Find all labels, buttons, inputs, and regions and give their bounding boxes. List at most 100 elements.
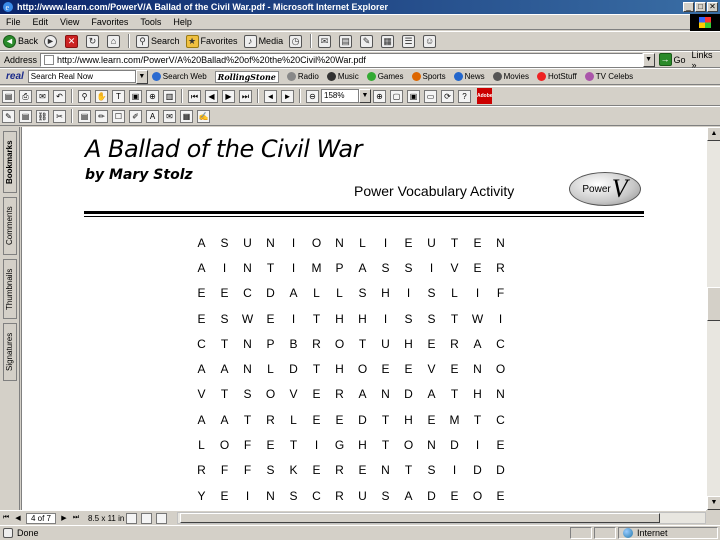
zoom-level-field[interactable]: 158% [321, 89, 359, 103]
facing-icon[interactable] [156, 512, 168, 524]
zoom-in-icon[interactable]: ⊕ [146, 89, 159, 103]
messenger-button[interactable]: ☺ [423, 34, 438, 48]
pdf-document-view[interactable]: A Ballad of the Civil War by Mary Stolz … [21, 127, 706, 510]
edit-button[interactable]: ✎ [360, 34, 375, 48]
tab-bookmarks[interactable]: Bookmarks [3, 131, 17, 193]
first-page-button[interactable]: ⏮ [0, 514, 12, 522]
grid-letter: E [404, 235, 413, 250]
stamp-icon[interactable]: ☐ [112, 109, 125, 123]
last-page-icon[interactable]: ⏭ [239, 89, 252, 103]
zoom-dropdown[interactable]: ▼ [359, 89, 371, 103]
mail-button[interactable]: ✉ [318, 34, 333, 48]
horizontal-scrollbar[interactable] [177, 512, 706, 524]
tab-comments[interactable]: Comments [3, 197, 17, 255]
prev-page-button[interactable]: ◀ [12, 514, 24, 522]
drawing-icon[interactable]: ✐ [129, 109, 142, 123]
print-button[interactable]: ▤ [339, 34, 354, 48]
real-search-dropdown[interactable]: ▼ [135, 69, 148, 84]
discuss-button[interactable]: ▦ [381, 34, 396, 48]
scroll-thumb[interactable] [707, 287, 720, 321]
link-icon[interactable]: ⛓ [36, 109, 49, 123]
history-button[interactable]: ◷ [289, 34, 304, 48]
save-copy-icon[interactable]: ▤ [2, 89, 15, 103]
games-button[interactable]: Games [366, 72, 404, 81]
favorites-button[interactable]: ★ Favorites [185, 34, 238, 48]
minimize-button[interactable]: _ [683, 2, 694, 12]
forward-button[interactable]: ► [44, 34, 59, 48]
fit-width-icon[interactable]: ▭ [424, 89, 437, 103]
find-icon[interactable]: ⚲ [78, 89, 91, 103]
select-text-icon[interactable]: T [112, 89, 125, 103]
refresh-button[interactable]: ↻ [86, 34, 101, 48]
menu-tools[interactable]: Tools [134, 17, 167, 27]
address-dropdown-button[interactable]: ▼ [642, 52, 655, 67]
stop-button[interactable]: ✕ [65, 34, 80, 48]
close-button[interactable]: ✕ [707, 2, 718, 12]
form-icon[interactable]: ▦ [180, 109, 193, 123]
sign-icon[interactable]: ✍ [197, 109, 210, 123]
page-number-field[interactable]: 4 of 7 [26, 512, 56, 524]
movies-button[interactable]: Movies [492, 72, 529, 81]
next-page-button[interactable]: ▶ [58, 514, 70, 522]
scroll-down-button[interactable]: ▼ [707, 496, 720, 510]
actual-size-icon[interactable]: ▢ [390, 89, 403, 103]
radio-button[interactable]: Radio [286, 72, 319, 81]
media-button[interactable]: ♪ Media [243, 34, 283, 48]
links-button[interactable]: Links » [692, 50, 720, 70]
continuous-icon[interactable] [141, 512, 153, 524]
menu-favorites[interactable]: Favorites [85, 17, 134, 27]
tab-signatures[interactable]: Signatures [3, 323, 17, 381]
menu-edit[interactable]: Edit [27, 17, 55, 27]
rotate-icon[interactable]: ⟳ [441, 89, 454, 103]
previous-page-icon[interactable]: ◀ [205, 89, 218, 103]
go-button[interactable]: → Go [658, 53, 686, 66]
search-web-button[interactable]: Search Web [151, 72, 207, 81]
text-box-icon[interactable]: A [146, 109, 159, 123]
email-doc-icon[interactable]: ✉ [36, 89, 49, 103]
real-logo[interactable]: real [6, 71, 24, 82]
tab-thumbnails[interactable]: Thumbnails [3, 259, 17, 319]
address-input[interactable]: http://www.learn.com/PowerV/A%20Ballad%2… [40, 52, 643, 67]
back-button[interactable]: ◄ Back [3, 34, 38, 48]
highlight-icon[interactable]: ✏ [95, 109, 108, 123]
note-icon[interactable]: ▤ [19, 109, 32, 123]
zoom-in-plus-icon[interactable]: ⊕ [373, 89, 386, 103]
sports-button[interactable]: Sports [411, 72, 446, 81]
print-doc-icon[interactable]: ⎙ [19, 89, 32, 103]
next-page-icon[interactable]: ▶ [222, 89, 235, 103]
touchup-icon[interactable]: ✂ [53, 109, 66, 123]
home-button[interactable]: ⌂ [107, 34, 122, 48]
previous-view-icon[interactable]: ◄ [264, 89, 277, 103]
news-button[interactable]: News [453, 72, 485, 81]
grid-letter: T [450, 387, 459, 402]
last-page-button[interactable]: ⏭ [70, 514, 82, 522]
attach-icon[interactable]: ✉ [163, 109, 176, 123]
help-icon[interactable]: ? [458, 89, 471, 103]
snapshot-icon[interactable]: ▣ [129, 89, 142, 103]
vertical-scrollbar[interactable]: ▲ ▼ [706, 127, 720, 510]
maximize-button[interactable]: □ [695, 2, 706, 12]
undo-icon[interactable]: ↶ [53, 89, 66, 103]
horizontal-scroll-thumb[interactable] [180, 513, 661, 523]
markup-icon[interactable]: ▤ [78, 109, 91, 123]
hotstuff-button[interactable]: HotStuff [536, 72, 577, 81]
rolling-stone-button[interactable]: RollingStone [214, 70, 279, 83]
tv-celebs-button[interactable]: TV Celebs [584, 72, 633, 81]
menu-help[interactable]: Help [167, 17, 198, 27]
menu-file[interactable]: File [0, 17, 27, 27]
real-search-input[interactable]: Search Real Now [27, 70, 136, 83]
next-view-icon[interactable]: ► [281, 89, 294, 103]
scroll-up-button[interactable]: ▲ [707, 127, 720, 141]
hand-tool-icon[interactable]: ✋ [95, 89, 108, 103]
research-button[interactable]: ☰ [402, 34, 417, 48]
search-button[interactable]: ⚲ Search [136, 34, 180, 48]
grid-letter: R [450, 336, 459, 351]
bookmark-panel-icon[interactable]: ▥ [163, 89, 176, 103]
menu-view[interactable]: View [54, 17, 85, 27]
music-button[interactable]: Music [326, 72, 359, 81]
fit-page-icon[interactable]: ▣ [407, 89, 420, 103]
comment-icon[interactable]: ✎ [2, 109, 15, 123]
zoom-out-icon[interactable]: ⊖ [306, 89, 319, 103]
first-page-icon[interactable]: ⏮ [188, 89, 201, 103]
single-page-icon[interactable] [126, 512, 138, 524]
